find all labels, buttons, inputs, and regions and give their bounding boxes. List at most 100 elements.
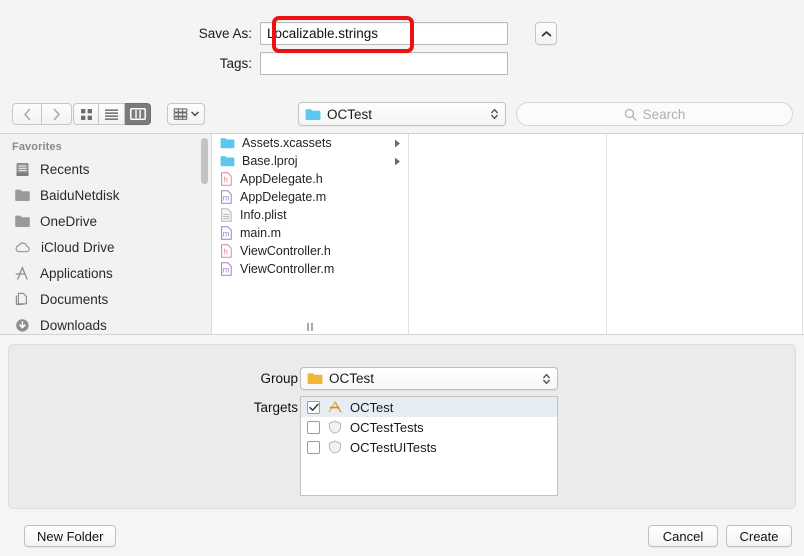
svg-text:m: m — [223, 229, 230, 238]
save-dialog: Save As: Localizable.strings Tags: OCTes… — [0, 0, 804, 556]
file-name: Assets.xcassets — [242, 136, 332, 150]
file-row[interactable]: h ViewController.h — [212, 242, 408, 260]
applications-icon — [15, 266, 28, 280]
column-resize-handle[interactable] — [212, 320, 408, 334]
sidebar-item-documents[interactable]: Documents — [0, 286, 211, 312]
svg-text:m: m — [223, 193, 230, 202]
browser-column-3 — [607, 134, 803, 334]
target-checkbox[interactable] — [307, 440, 320, 454]
sidebar-item-icloud-drive[interactable]: iCloud Drive — [0, 234, 211, 260]
back-button[interactable] — [12, 103, 42, 125]
save-as-input[interactable]: Localizable.strings — [260, 22, 508, 45]
file-row[interactable]: m main.m — [212, 224, 408, 242]
chevron-right-icon — [53, 108, 60, 120]
target-row[interactable]: OCTest — [301, 397, 557, 417]
icon-view-button[interactable] — [73, 103, 99, 125]
xcode-app-icon — [328, 401, 342, 413]
collapse-panel-button[interactable] — [535, 22, 557, 45]
file-name: Info.plist — [240, 208, 287, 222]
sidebar-header: Favorites — [12, 141, 62, 153]
sidebar-item-label: Applications — [40, 265, 113, 281]
forward-button[interactable] — [42, 103, 72, 125]
file-row[interactable]: m ViewController.m — [212, 260, 408, 278]
file-row[interactable]: h AppDelegate.h — [212, 170, 408, 188]
tags-input[interactable] — [260, 52, 508, 75]
file-name: AppDelegate.m — [240, 190, 327, 204]
chevron-left-icon — [23, 108, 30, 120]
sidebar-item-label: BaiduNetdisk — [40, 187, 120, 203]
navigation-buttons — [12, 103, 72, 125]
group-value: OCTest — [329, 371, 375, 386]
targets-label: Targets — [253, 400, 298, 415]
folder-icon — [307, 373, 323, 384]
save-panel-header: Save As: Localizable.strings Tags: — [0, 0, 804, 94]
sidebar-item-label: Documents — [40, 291, 109, 307]
sidebar-item-label: iCloud Drive — [41, 239, 115, 255]
plist-file-icon — [221, 208, 232, 222]
folder-icon — [220, 138, 235, 149]
file-name: AppDelegate.h — [240, 172, 323, 186]
file-name: ViewController.h — [240, 244, 331, 258]
sidebar-item-recents[interactable]: Recents — [0, 156, 211, 182]
sidebar-item-label: Downloads — [40, 317, 107, 333]
path-stepper-icon — [490, 107, 499, 121]
file-row[interactable]: Info.plist — [212, 206, 408, 224]
group-popup-button[interactable]: OCTest — [300, 367, 558, 390]
cloud-icon — [15, 241, 30, 252]
sidebar-scrollbar[interactable] — [201, 138, 208, 184]
sidebar-item-onedrive[interactable]: OneDrive — [0, 208, 211, 234]
downloads-icon — [16, 318, 29, 332]
file-row[interactable]: m AppDelegate.m — [212, 188, 408, 206]
target-row[interactable]: OCTestUITests — [301, 437, 557, 457]
target-checkbox[interactable] — [307, 420, 320, 434]
sidebar-item-label: OneDrive — [40, 213, 98, 229]
save-as-row: Save As: Localizable.strings — [140, 22, 508, 45]
create-button[interactable]: Create — [726, 525, 792, 547]
target-label: OCTestTests — [350, 419, 424, 435]
file-browser: Favorites Recents BaiduNetdisk OneDrive … — [0, 134, 804, 335]
path-popup-label: OCTest — [327, 106, 373, 122]
source-file-icon: m — [221, 262, 232, 276]
svg-text:h: h — [223, 175, 227, 184]
sidebar-item-downloads[interactable]: Downloads — [0, 312, 211, 334]
group-icon — [173, 108, 188, 120]
view-mode-segmented-control — [73, 103, 151, 125]
target-checkbox[interactable] — [307, 400, 320, 414]
sidebar-item-baidunetdisk[interactable]: BaiduNetdisk — [0, 182, 211, 208]
save-as-value: Localizable.strings — [267, 26, 379, 41]
file-name: Base.lproj — [242, 154, 298, 168]
columns-icon — [129, 108, 146, 120]
target-row[interactable]: OCTestTests — [301, 417, 557, 437]
source-file-icon: m — [221, 190, 232, 204]
tags-row: Tags: — [140, 52, 508, 75]
folder-icon — [220, 156, 235, 167]
path-popup-button[interactable]: OCTest — [298, 102, 506, 126]
group-stepper-icon — [542, 372, 551, 386]
file-row[interactable]: Assets.xcassets — [212, 134, 408, 152]
chevron-up-icon — [541, 30, 551, 36]
documents-icon — [15, 292, 27, 305]
cancel-button[interactable]: Cancel — [648, 525, 718, 547]
test-bundle-icon — [328, 420, 342, 434]
recents-icon — [16, 162, 29, 176]
file-name: ViewController.m — [240, 262, 335, 276]
sidebar: Favorites Recents BaiduNetdisk OneDrive … — [0, 134, 212, 334]
test-bundle-icon — [328, 440, 342, 454]
list-view-button[interactable] — [99, 103, 125, 125]
sidebar-item-label: Recents — [40, 161, 90, 177]
file-row[interactable]: Base.lproj — [212, 152, 408, 170]
search-input[interactable]: Search — [516, 102, 793, 126]
targets-list: OCTest OCTestTests OCTestUITests — [300, 396, 558, 496]
folder-icon — [15, 189, 30, 201]
column-view-button[interactable] — [125, 103, 151, 125]
save-as-label: Save As: — [198, 26, 252, 41]
source-file-icon: m — [221, 226, 232, 240]
svg-text:h: h — [223, 247, 227, 256]
header-file-icon: h — [221, 244, 232, 258]
sidebar-item-applications[interactable]: Applications — [0, 260, 211, 286]
header-file-icon: h — [221, 172, 232, 186]
group-by-button[interactable] — [167, 103, 205, 125]
chevron-down-icon — [191, 111, 199, 117]
browser-column-2 — [409, 134, 607, 334]
new-folder-button[interactable]: New Folder — [24, 525, 117, 547]
